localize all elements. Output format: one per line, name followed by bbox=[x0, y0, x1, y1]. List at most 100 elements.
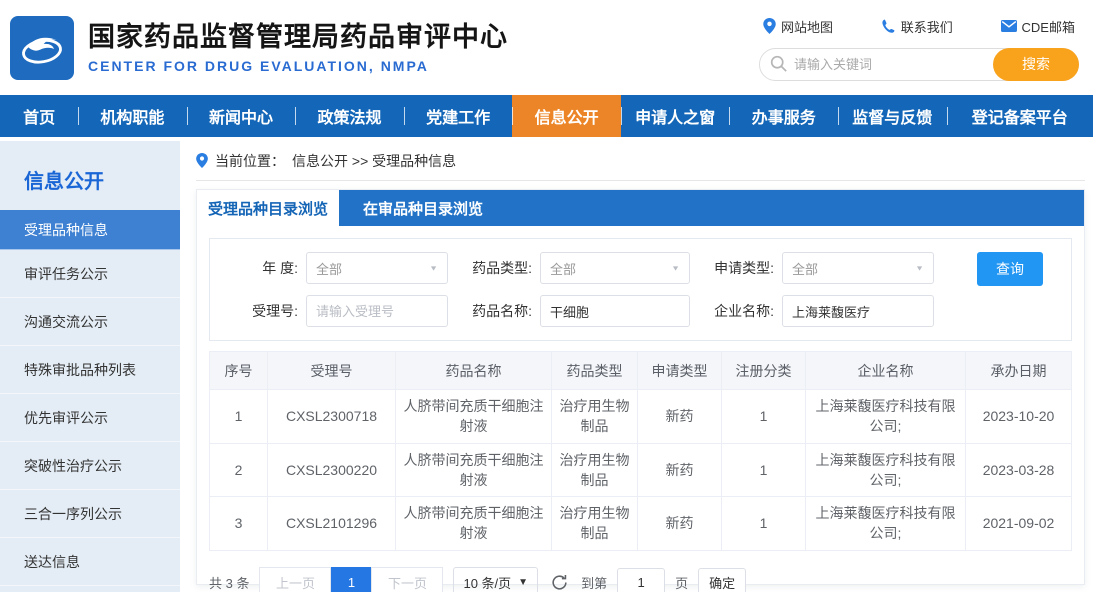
sidebar-title: 信息公开 bbox=[0, 141, 180, 210]
pagination: 共 3 条 上一页 1 下一页 10 条/页 ▼ 到第 bbox=[209, 567, 1072, 592]
mailbox-link[interactable]: CDE邮箱 bbox=[1001, 17, 1075, 36]
company-input[interactable] bbox=[782, 295, 934, 327]
col-apply-type: 申请类型 bbox=[638, 352, 722, 390]
cell-acceptance-no: CXSL2101296 bbox=[268, 497, 396, 551]
query-button[interactable]: 查询 bbox=[977, 252, 1043, 286]
filter-box: 年 度: 全部 ▼ 药品类型: 全部 ▼ 申请类型: 全部 ▼ bbox=[209, 238, 1072, 341]
table-header-row: 序号 受理号 药品名称 药品类型 申请类型 注册分类 企业名称 承办日期 bbox=[210, 352, 1072, 390]
nav-item-services[interactable]: 办事服务 bbox=[729, 95, 838, 137]
site-title-block: 国家药品监督管理局药品审评中心 CENTER FOR DRUG EVALUATI… bbox=[88, 21, 759, 75]
next-page-button[interactable]: 下一页 bbox=[371, 567, 443, 592]
prev-page-button[interactable]: 上一页 bbox=[259, 567, 331, 592]
col-acceptance-no: 受理号 bbox=[268, 352, 396, 390]
chevron-down-icon: ▼ bbox=[518, 577, 528, 588]
nav-item-party[interactable]: 党建工作 bbox=[404, 95, 513, 137]
sitemap-link-label: 网站地图 bbox=[781, 17, 833, 36]
confirm-button[interactable]: 确定 bbox=[698, 568, 746, 592]
tab-under-review-catalog[interactable]: 在审品种目录浏览 bbox=[339, 190, 507, 226]
breadcrumb-path: 信息公开 >> 受理品种信息 bbox=[292, 151, 456, 171]
nav-item-supervision[interactable]: 监督与反馈 bbox=[838, 95, 947, 137]
nav-item-registration-platform[interactable]: 登记备案平台 bbox=[947, 95, 1093, 137]
drug-type-select-value: 全部 bbox=[550, 259, 576, 278]
cell-apply-type: 新药 bbox=[638, 443, 722, 497]
drug-type-select[interactable]: 全部 ▼ bbox=[540, 252, 690, 284]
col-date: 承办日期 bbox=[966, 352, 1072, 390]
cell-seq: 3 bbox=[210, 497, 268, 551]
contact-link[interactable]: 联系我们 bbox=[881, 17, 953, 36]
col-drug-name: 药品名称 bbox=[396, 352, 552, 390]
col-company: 企业名称 bbox=[806, 352, 966, 390]
tab-accepted-catalog[interactable]: 受理品种目录浏览 bbox=[197, 190, 339, 226]
acceptance-no-input[interactable] bbox=[306, 295, 448, 327]
page-size-value: 10 条/页 bbox=[463, 573, 511, 592]
year-select[interactable]: 全部 ▼ bbox=[306, 252, 448, 284]
table-row: 2 CXSL2300220 人脐带间充质干细胞注射液 治疗用生物制品 新药 1 … bbox=[210, 443, 1072, 497]
cde-logo-swoosh-icon bbox=[16, 22, 68, 74]
page-size-select[interactable]: 10 条/页 ▼ bbox=[453, 567, 538, 592]
company-label: 企业名称: bbox=[698, 301, 774, 321]
mailbox-link-label: CDE邮箱 bbox=[1022, 17, 1075, 36]
table-row: 3 CXSL2101296 人脐带间充质干细胞注射液 治疗用生物制品 新药 1 … bbox=[210, 497, 1072, 551]
apply-type-label: 申请类型: bbox=[698, 258, 774, 278]
year-select-value: 全部 bbox=[316, 259, 342, 278]
cell-reg-class: 1 bbox=[722, 390, 806, 444]
cell-date: 2021-09-02 bbox=[966, 497, 1072, 551]
cell-drug-name: 人脐带间充质干细胞注射液 bbox=[396, 390, 552, 444]
nav-item-home[interactable]: 首页 bbox=[0, 95, 78, 137]
mail-icon bbox=[1001, 20, 1017, 32]
apply-type-select-value: 全部 bbox=[792, 259, 818, 278]
cell-date: 2023-03-28 bbox=[966, 443, 1072, 497]
total-count: 共 3 条 bbox=[209, 573, 249, 592]
year-label: 年 度: bbox=[220, 258, 298, 278]
sidebar-item-common-issues[interactable]: 共性问题 bbox=[0, 586, 180, 592]
sidebar-item-communication[interactable]: 沟通交流公示 bbox=[0, 298, 180, 346]
search-button[interactable]: 搜索 bbox=[993, 48, 1079, 81]
nav-item-applicant-window[interactable]: 申请人之窗 bbox=[621, 95, 730, 137]
site-title: 国家药品监督管理局药品审评中心 bbox=[88, 21, 759, 55]
cell-company: 上海莱馥医疗科技有限公司; bbox=[806, 443, 966, 497]
chevron-down-icon: ▼ bbox=[671, 264, 680, 272]
sidebar-item-three-in-one[interactable]: 三合一序列公示 bbox=[0, 490, 180, 538]
cell-apply-type: 新药 bbox=[638, 497, 722, 551]
site-subtitle: CENTER FOR DRUG EVALUATION, NMPA bbox=[88, 58, 759, 74]
nav-item-policies[interactable]: 政策法规 bbox=[295, 95, 404, 137]
cell-drug-name: 人脐带间充质干细胞注射液 bbox=[396, 443, 552, 497]
cell-date: 2023-10-20 bbox=[966, 390, 1072, 444]
refresh-button[interactable] bbox=[550, 573, 569, 592]
goto-page-input[interactable] bbox=[617, 568, 665, 592]
cell-drug-name: 人脐带间充质干细胞注射液 bbox=[396, 497, 552, 551]
header-right: 网站地图 联系我们 CDE邮箱 搜索 bbox=[759, 15, 1079, 81]
drug-name-input[interactable] bbox=[540, 295, 690, 327]
goto-suffix: 页 bbox=[675, 573, 688, 592]
site-header: 国家药品监督管理局药品审评中心 CENTER FOR DRUG EVALUATI… bbox=[0, 0, 1093, 95]
goto-prefix: 到第 bbox=[581, 573, 607, 592]
main-nav: 首页 机构职能 新闻中心 政策法规 党建工作 信息公开 申请人之窗 办事服务 监… bbox=[0, 95, 1093, 137]
pager-group: 上一页 1 下一页 bbox=[259, 567, 443, 592]
apply-type-select[interactable]: 全部 ▼ bbox=[782, 252, 934, 284]
sidebar-item-review-tasks[interactable]: 审评任务公示 bbox=[0, 250, 180, 298]
sidebar-item-breakthrough-therapy[interactable]: 突破性治疗公示 bbox=[0, 442, 180, 490]
table-row: 1 CXSL2300718 人脐带间充质干细胞注射液 治疗用生物制品 新药 1 … bbox=[210, 390, 1072, 444]
cde-logo bbox=[10, 16, 74, 80]
sitemap-link[interactable]: 网站地图 bbox=[763, 17, 833, 36]
sidebar-item-priority-review[interactable]: 优先审评公示 bbox=[0, 394, 180, 442]
nav-item-news[interactable]: 新闻中心 bbox=[187, 95, 296, 137]
page-number-1[interactable]: 1 bbox=[331, 567, 371, 592]
nav-item-functions[interactable]: 机构职能 bbox=[78, 95, 187, 137]
cell-apply-type: 新药 bbox=[638, 390, 722, 444]
location-pin-icon bbox=[763, 18, 776, 34]
cell-acceptance-no: CXSL2300718 bbox=[268, 390, 396, 444]
cell-drug-type: 治疗用生物制品 bbox=[552, 443, 638, 497]
search-bar: 搜索 bbox=[759, 48, 1079, 81]
col-seq: 序号 bbox=[210, 352, 268, 390]
col-drug-type: 药品类型 bbox=[552, 352, 638, 390]
drug-name-label: 药品名称: bbox=[456, 301, 532, 321]
nav-item-info-disclosure[interactable]: 信息公开 bbox=[512, 95, 621, 137]
sidebar-item-delivery-info[interactable]: 送达信息 bbox=[0, 538, 180, 586]
cell-company: 上海莱馥医疗科技有限公司; bbox=[806, 390, 966, 444]
results-table: 序号 受理号 药品名称 药品类型 申请类型 注册分类 企业名称 承办日期 1 C… bbox=[209, 351, 1072, 551]
sidebar-item-special-approval[interactable]: 特殊审批品种列表 bbox=[0, 346, 180, 394]
quick-links: 网站地图 联系我们 CDE邮箱 bbox=[759, 17, 1079, 36]
sidebar-item-accepted-varieties[interactable]: 受理品种信息 bbox=[0, 210, 180, 250]
cell-seq: 1 bbox=[210, 390, 268, 444]
